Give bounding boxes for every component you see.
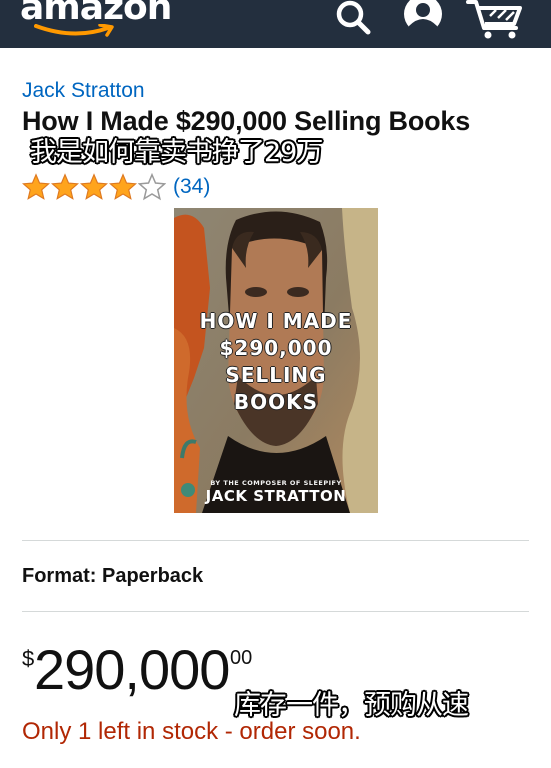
stock-availability: Only 1 left in stock - order soon. [22, 718, 361, 745]
book-cover-image[interactable]: HOW I MADE $290,000 SELLING BOOKS BY THE… [174, 208, 378, 513]
star-filled-icon [22, 173, 50, 200]
divider [22, 611, 529, 612]
star-rating[interactable]: (34) [22, 173, 210, 201]
search-icon[interactable] [333, 0, 373, 40]
chinese-stock-overlay: 库存一件，预购从速 [234, 690, 469, 721]
top-navigation-bar: amazon [0, 0, 551, 48]
cover-byline: BY THE COMPOSER OF SLEEPIFY [210, 479, 342, 487]
cart-icon[interactable] [466, 0, 526, 40]
star-empty-icon [138, 173, 166, 201]
account-icon[interactable] [401, 0, 445, 40]
product-title: How I Made $290,000 Selling Books [22, 106, 471, 136]
chinese-subtitle-overlay: 我是如何靠卖书挣了29万 [30, 137, 323, 168]
review-count-link[interactable]: (34) [173, 174, 210, 200]
divider [22, 540, 529, 541]
star-filled-icon [109, 173, 137, 200]
star-filled-icon [51, 173, 79, 200]
price-currency-symbol: $ [22, 646, 35, 671]
cover-title-text: HOW I MADE $290,000 SELLING BOOKS [199, 309, 353, 414]
author-link[interactable]: Jack Stratton [22, 78, 145, 104]
price-fraction: 00 [230, 647, 253, 669]
cover-author: JACK STRATTON [205, 487, 347, 505]
amazon-smile-icon [34, 24, 114, 37]
star-filled-icon [80, 173, 108, 200]
format-label[interactable]: Format: Paperback [22, 564, 203, 588]
price-whole: 290,000 [34, 638, 230, 701]
